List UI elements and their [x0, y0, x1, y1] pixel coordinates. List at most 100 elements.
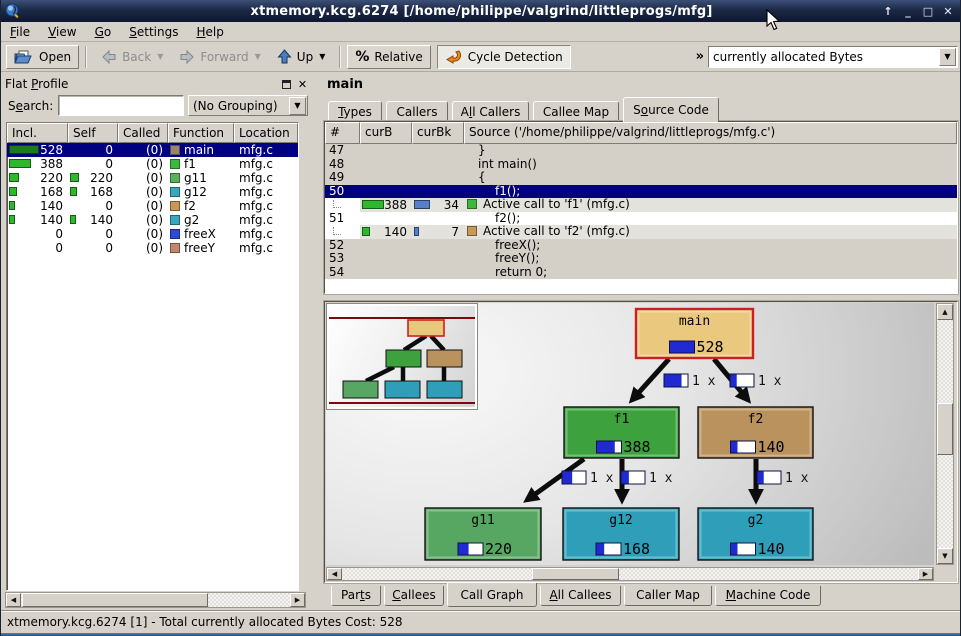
graph-vscrollbar[interactable]: ▲ ▼ — [936, 303, 954, 565]
source-call-row[interactable]: 38834Active call to 'f1' (mfg.c) — [325, 198, 957, 212]
column-header-function[interactable]: Function — [168, 123, 234, 143]
scroll-down-icon[interactable]: ▼ — [937, 548, 953, 564]
forward-dropdown-arrow[interactable]: ▼ — [255, 52, 261, 61]
window-keep-above-button[interactable]: ↑ — [880, 3, 896, 19]
back-button[interactable]: Back ▼ — [93, 45, 171, 69]
graph-vscroll-thumb[interactable] — [937, 403, 953, 455]
cell-self: 0 — [68, 157, 118, 171]
forward-button[interactable]: Forward ▼ — [171, 45, 268, 69]
dock-close-button[interactable]: ✕ — [296, 78, 309, 91]
window-maximize-button[interactable]: □ — [920, 3, 936, 19]
scroll-right-icon[interactable]: ▶ — [290, 593, 305, 607]
scroll-up-icon[interactable]: ▲ — [937, 304, 953, 320]
graph-node-f2[interactable]: f2140 — [698, 407, 813, 458]
relative-button[interactable]: % Relative — [347, 45, 430, 69]
dock-hscrollbar[interactable]: ◀ ▶ — [5, 592, 306, 608]
column-header-incl[interactable]: Incl. — [7, 123, 68, 143]
source-row-54[interactable]: 54return 0; — [325, 266, 957, 280]
combo-dropdown-icon[interactable]: ▼ — [939, 48, 956, 66]
column-header-source[interactable]: Source ('/home/philippe/valgrind/littlep… — [464, 122, 957, 144]
window-titlebar[interactable]: xtmemory.kcg.6274 [/home/philippe/valgri… — [1, 0, 961, 22]
search-input[interactable] — [58, 95, 184, 116]
graph-node-g2[interactable]: g2140 — [698, 508, 813, 560]
cell-curbk: 7 — [412, 225, 464, 239]
toolbar-overflow-chevron[interactable]: » — [692, 49, 708, 64]
incl-value: 0 — [7, 227, 68, 241]
graph-overview-minimap[interactable] — [326, 303, 478, 410]
menu-view[interactable]: View — [39, 23, 85, 41]
source-row-47[interactable]: 47} — [325, 144, 957, 158]
cell-location: mfg.c — [234, 185, 298, 199]
tab-call-graph[interactable]: Call Graph — [447, 583, 537, 607]
flat-profile-row-g11[interactable]: 220220(0)g11mfg.c — [7, 171, 298, 185]
cell-called: (0) — [118, 185, 168, 199]
open-button[interactable]: Open — [6, 45, 79, 69]
flat-profile-row-g12[interactable]: 168168(0)g12mfg.c — [7, 185, 298, 199]
flat-profile-row-f1[interactable]: 3880(0)f1mfg.c — [7, 157, 298, 171]
flat-profile-row-freeY[interactable]: 00(0)freeYmfg.c — [7, 241, 298, 255]
call-text: Active call to 'f1' (mfg.c) — [483, 197, 630, 211]
dock-float-button[interactable] — [280, 78, 293, 91]
column-header-location[interactable]: Location — [234, 123, 298, 143]
event-type-combobox[interactable]: currently allocated Bytes ▼ — [708, 46, 958, 68]
column-header-self[interactable]: Self — [68, 123, 118, 143]
up-button[interactable]: Up ▼ — [269, 45, 334, 69]
window-close-button[interactable]: ✕ — [940, 3, 956, 19]
source-row-48[interactable]: 48int main() — [325, 158, 957, 172]
column-header-line[interactable]: # — [325, 122, 360, 144]
tab-all-callees[interactable]: All Callees — [540, 586, 621, 606]
menu-settings[interactable]: Settings — [120, 23, 187, 41]
tab-all-callers[interactable]: All Callers — [452, 101, 529, 122]
tab-types[interactable]: Types — [328, 101, 382, 122]
vertical-splitter[interactable] — [312, 73, 323, 610]
function-color-icon — [170, 201, 180, 211]
tab-source-code[interactable]: Source Code — [623, 97, 719, 122]
tab-parts[interactable]: Parts — [331, 586, 381, 606]
source-row-51[interactable]: 51f2(); — [325, 212, 957, 226]
up-arrow-icon — [277, 49, 292, 64]
tab-caller-map[interactable]: Caller Map — [624, 586, 712, 606]
horizontal-splitter[interactable] — [324, 294, 958, 301]
source-code-body: 47}48int main()49{50f1();38834Active cal… — [325, 144, 957, 279]
dock-flat-profile-header[interactable]: Flat Profile ✕ — [5, 75, 309, 93]
graph-hscroll-thumb[interactable] — [532, 568, 619, 580]
scroll-left-icon[interactable]: ◀ — [6, 593, 21, 607]
source-row-50[interactable]: 50f1(); — [325, 185, 957, 199]
grouping-combobox[interactable]: (No Grouping) ▼ — [188, 95, 308, 116]
flat-profile-row-freeX[interactable]: 00(0)freeXmfg.c — [7, 227, 298, 241]
graph-edge-main-f1[interactable] — [632, 359, 669, 400]
graph-node-main[interactable]: main528 — [636, 309, 753, 358]
graph-scroll-left-icon[interactable]: ◀ — [327, 568, 342, 580]
dock-hscroll-thumb[interactable] — [22, 593, 208, 607]
column-header-curbk[interactable]: curBk — [412, 122, 464, 144]
graph-scroll-right-icon[interactable]: ▶ — [918, 568, 933, 580]
close-icon: ✕ — [298, 78, 307, 91]
source-row-53[interactable]: 53freeY(); — [325, 252, 957, 266]
source-row-52[interactable]: 52freeX(); — [325, 239, 957, 253]
source-call-row[interactable]: 1407Active call to 'f2' (mfg.c) — [325, 225, 957, 239]
source-row-49[interactable]: 49{ — [325, 171, 957, 185]
back-dropdown-arrow[interactable]: ▼ — [157, 52, 163, 61]
flat-profile-row-main[interactable]: 5280(0)mainmfg.c — [7, 143, 298, 157]
grouping-dropdown-icon[interactable]: ▼ — [289, 97, 306, 115]
tab-callees[interactable]: Callees — [384, 586, 444, 606]
tab-machine-code[interactable]: Machine Code — [715, 586, 821, 606]
graph-node-f1[interactable]: f1388 — [564, 407, 679, 458]
graph-hscrollbar[interactable]: ◀ ▶ — [326, 567, 934, 581]
column-header-curb[interactable]: curB — [360, 122, 412, 144]
tab-callers[interactable]: Callers — [386, 101, 448, 122]
graph-node-g11[interactable]: g11220 — [425, 508, 541, 560]
tab-callee-map[interactable]: Callee Map — [533, 101, 619, 122]
edge-cost-bar-fill — [665, 375, 682, 387]
flat-profile-table: Incl. Self Called Function Location 5280… — [6, 122, 299, 591]
up-dropdown-arrow[interactable]: ▼ — [319, 52, 325, 61]
cycle-detection-button[interactable]: Cycle Detection — [437, 45, 571, 69]
window-minimize-button[interactable]: _ — [900, 3, 916, 19]
graph-node-g12[interactable]: g12168 — [563, 508, 679, 560]
menu-file[interactable]: File — [1, 23, 39, 41]
menu-go[interactable]: Go — [86, 23, 121, 41]
flat-profile-row-g2[interactable]: 140140(0)g2mfg.c — [7, 213, 298, 227]
menu-help[interactable]: Help — [187, 23, 232, 41]
flat-profile-row-f2[interactable]: 1400(0)f2mfg.c — [7, 199, 298, 213]
column-header-called[interactable]: Called — [118, 123, 168, 143]
